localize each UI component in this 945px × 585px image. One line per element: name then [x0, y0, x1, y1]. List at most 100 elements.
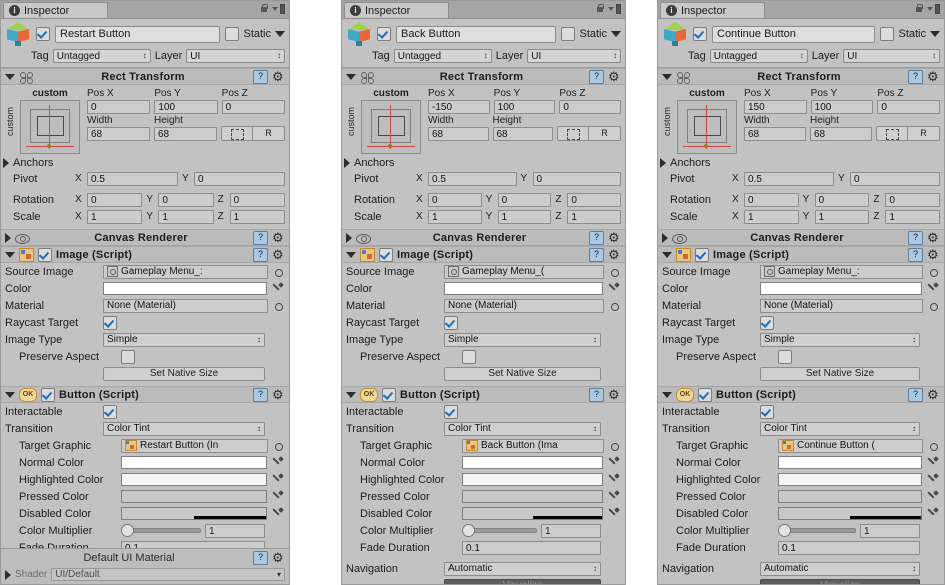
image-material-field[interactable]: None (Material): [760, 298, 923, 313]
pivot-x-input[interactable]: 0.5: [428, 171, 517, 186]
image-type-dropdown[interactable]: Simple ↕: [103, 332, 265, 347]
blueprint-mode-button[interactable]: [876, 126, 908, 141]
gear-icon[interactable]: [927, 230, 940, 246]
lock-icon[interactable]: [260, 4, 268, 13]
raycast-target-checkbox[interactable]: [760, 315, 774, 330]
target-graphic-field[interactable]: Restart Button (In: [121, 438, 268, 453]
pressed-color-swatch[interactable]: [778, 490, 922, 503]
pivot-x-input[interactable]: 0.5: [87, 171, 178, 186]
eyedropper-icon[interactable]: [926, 507, 940, 520]
foldout-arrow-icon[interactable]: [662, 232, 668, 243]
hamburger-menu-icon[interactable]: [272, 3, 285, 14]
foldout-arrow-icon[interactable]: [3, 158, 9, 168]
normal-color-swatch[interactable]: [462, 456, 603, 469]
navigation-dropdown[interactable]: Automatic ↕: [760, 561, 920, 576]
pos-x-input[interactable]: 150: [744, 100, 807, 114]
layer-dropdown[interactable]: UI ↕: [527, 49, 621, 63]
set-native-size-button[interactable]: Set Native Size: [103, 366, 265, 381]
eyedropper-icon[interactable]: [271, 282, 285, 295]
help-icon[interactable]: ?: [253, 230, 268, 245]
scale-x-input[interactable]: 1: [87, 209, 143, 224]
gear-icon[interactable]: [608, 230, 621, 246]
scale-x-input[interactable]: 1: [744, 209, 799, 224]
disabled-color-swatch[interactable]: [121, 507, 267, 520]
rect-transform-header[interactable]: Rect Transform?: [342, 68, 625, 85]
raycast-target-checkbox[interactable]: [444, 315, 458, 330]
object-picker-button[interactable]: [608, 440, 621, 452]
lock-icon[interactable]: [596, 4, 604, 13]
preserve-aspect-checkbox[interactable]: [462, 349, 476, 364]
image-enabled-checkbox[interactable]: [695, 247, 709, 262]
image-color-swatch[interactable]: [103, 282, 267, 295]
foldout-arrow-icon[interactable]: [660, 158, 666, 168]
width-input[interactable]: 68: [428, 127, 489, 141]
eyedropper-icon[interactable]: [926, 456, 940, 469]
rotation-x-input[interactable]: 0: [744, 192, 799, 207]
object-name-field[interactable]: Back Button: [396, 25, 557, 43]
preserve-aspect-checkbox[interactable]: [778, 349, 792, 364]
static-checkbox[interactable]: [880, 27, 895, 41]
button-header[interactable]: OK Button (Script)?: [658, 386, 944, 403]
canvas-renderer-header[interactable]: Canvas Renderer?: [1, 229, 289, 246]
foldout-arrow-icon[interactable]: [346, 232, 352, 243]
pressed-color-swatch[interactable]: [121, 490, 267, 503]
scale-z-input[interactable]: 1: [229, 209, 285, 224]
scale-y-input[interactable]: 1: [497, 209, 552, 224]
foldout-arrow-icon[interactable]: [5, 569, 11, 580]
color-multiplier-value[interactable]: 1: [205, 523, 265, 538]
help-icon[interactable]: ?: [589, 247, 604, 262]
eyedropper-icon[interactable]: [271, 473, 285, 486]
object-picker-button[interactable]: [272, 440, 285, 452]
rotation-y-input[interactable]: 0: [497, 192, 552, 207]
source-image-field[interactable]: Gameplay Menu_:: [760, 264, 923, 279]
height-input[interactable]: 68: [154, 127, 217, 141]
help-icon[interactable]: ?: [908, 230, 923, 245]
rect-transform-header[interactable]: Rect Transform?: [1, 68, 289, 85]
foldout-arrow-icon[interactable]: [5, 232, 11, 243]
chevron-down-icon[interactable]: [611, 31, 621, 37]
image-enabled-checkbox[interactable]: [379, 247, 393, 262]
eyedropper-icon[interactable]: [607, 282, 621, 295]
foldout-arrow-icon[interactable]: [662, 391, 672, 398]
foldout-arrow-icon[interactable]: [5, 251, 15, 258]
gear-icon[interactable]: [272, 230, 285, 246]
object-picker-button[interactable]: [608, 266, 621, 278]
foldout-arrow-icon[interactable]: [346, 73, 356, 80]
tag-dropdown[interactable]: Untagged ↕: [393, 49, 492, 63]
gear-icon[interactable]: [272, 247, 285, 263]
visualize-button[interactable]: Visualize: [444, 578, 601, 584]
tab-inspector[interactable]: i Inspector: [660, 2, 765, 18]
canvas-renderer-header[interactable]: Canvas Renderer?: [658, 229, 944, 246]
preserve-aspect-checkbox[interactable]: [121, 349, 135, 364]
rotation-z-input[interactable]: 0: [567, 192, 622, 207]
gear-icon[interactable]: [608, 69, 621, 85]
color-multiplier-slider[interactable]: [121, 524, 201, 537]
help-icon[interactable]: ?: [253, 551, 268, 565]
layer-dropdown[interactable]: UI ↕: [186, 49, 285, 63]
image-color-swatch[interactable]: [444, 282, 603, 295]
pos-y-input[interactable]: 100: [810, 100, 874, 114]
hamburger-menu-icon[interactable]: [608, 3, 621, 14]
pos-x-input[interactable]: -150: [428, 100, 490, 114]
object-picker-button[interactable]: [927, 440, 940, 452]
color-multiplier-slider[interactable]: [462, 524, 537, 537]
pos-x-input[interactable]: 0: [87, 100, 151, 114]
button-enabled-checkbox[interactable]: [41, 387, 55, 402]
eyedropper-icon[interactable]: [926, 282, 940, 295]
shader-dropdown[interactable]: UI/Default ▾: [51, 568, 285, 581]
object-active-checkbox[interactable]: [693, 27, 707, 41]
eyedropper-icon[interactable]: [607, 507, 621, 520]
eyedropper-icon[interactable]: [607, 456, 621, 469]
image-type-dropdown[interactable]: Simple ↕: [760, 332, 920, 347]
image-header[interactable]: Image (Script)?: [342, 246, 625, 263]
highlighted-color-swatch[interactable]: [121, 473, 267, 486]
scale-y-input[interactable]: 1: [158, 209, 214, 224]
disabled-color-swatch[interactable]: [462, 507, 603, 520]
eyedropper-icon[interactable]: [926, 473, 940, 486]
rect-transform-header[interactable]: Rect Transform?: [658, 68, 944, 85]
object-picker-button[interactable]: [927, 300, 940, 312]
gear-icon[interactable]: [608, 387, 621, 403]
button-enabled-checkbox[interactable]: [698, 387, 712, 402]
image-header[interactable]: Image (Script)?: [658, 246, 944, 263]
help-icon[interactable]: ?: [908, 247, 923, 262]
